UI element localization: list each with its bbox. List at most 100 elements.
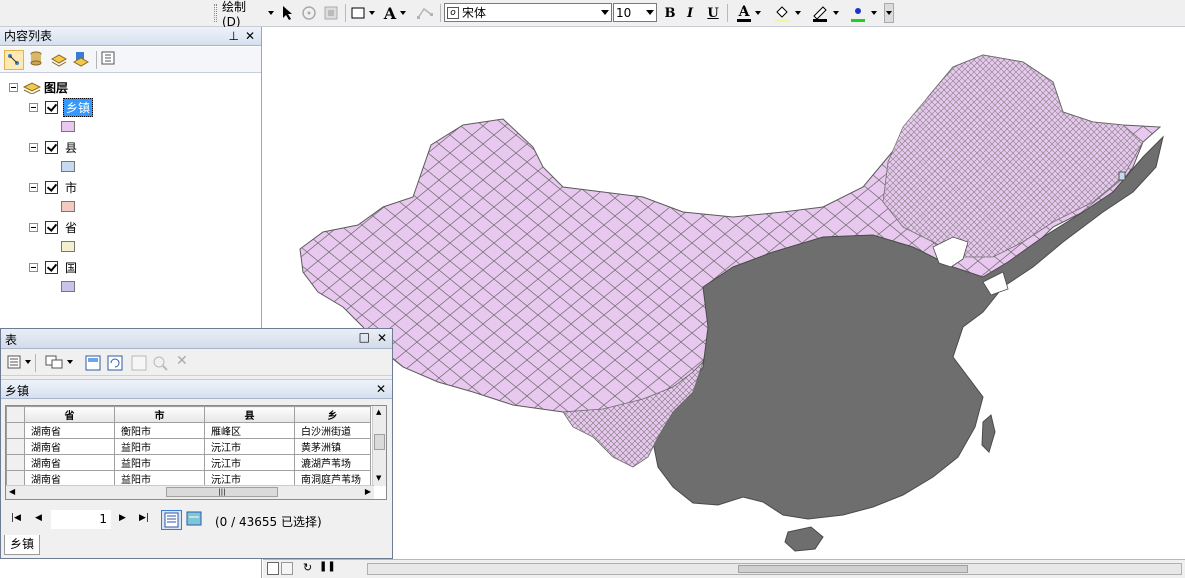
table-cell[interactable]: 沅江市 [204, 454, 295, 471]
font-size-select[interactable]: 10 [613, 3, 657, 22]
toc-options-button[interactable] [100, 50, 120, 70]
visibility-checkbox[interactable] [45, 180, 58, 194]
related-tables-button[interactable] [45, 355, 73, 369]
scroll-up-icon[interactable]: ▲ [376, 408, 381, 416]
table-tab-township[interactable]: 乡镇 [4, 535, 40, 555]
refresh-icon[interactable]: ↻ [303, 561, 312, 574]
bold-button[interactable]: B [661, 3, 679, 23]
italic-button[interactable]: I [681, 3, 699, 23]
list-by-visibility-button[interactable] [50, 50, 70, 70]
text-tool-button[interactable]: A [380, 3, 410, 23]
toolbar-grip[interactable] [214, 4, 217, 22]
rectangle-tool-button[interactable] [349, 3, 377, 23]
collapse-icon[interactable] [29, 222, 38, 232]
collapse-icon[interactable] [29, 262, 38, 272]
table-cell[interactable]: 漉湖芦苇场 [294, 454, 371, 471]
table-row[interactable]: 湖南省 益阳市 沅江市 黄茅洲镇 [6, 438, 371, 455]
horizontal-scrollbar[interactable] [367, 563, 1182, 575]
collapse-icon[interactable] [29, 102, 38, 112]
show-selected-records-button[interactable] [185, 510, 204, 530]
collapse-icon[interactable] [29, 182, 38, 192]
column-header[interactable]: 乡 [294, 406, 371, 423]
delete-selected-icon[interactable]: ✕ [176, 353, 188, 369]
close-icon[interactable]: ✕ [377, 331, 387, 345]
rotate-button[interactable] [299, 3, 319, 23]
collapse-icon[interactable] [29, 142, 38, 152]
china-transition-region[interactable] [882, 54, 1144, 258]
layer-symbol-swatch[interactable] [61, 201, 75, 212]
table-options-button[interactable] [7, 355, 31, 369]
pause-drawing-icon[interactable]: ❚❚ [319, 561, 336, 572]
layer-symbol-swatch[interactable] [61, 281, 75, 292]
map-view[interactable] [263, 27, 1185, 559]
data-view-button[interactable] [267, 562, 279, 575]
clear-selection-button[interactable] [131, 355, 147, 374]
first-record-icon[interactable]: |◀ [11, 513, 21, 523]
layer-row[interactable]: 县 [29, 138, 79, 156]
visibility-checkbox[interactable] [45, 100, 58, 114]
draw-menu-button[interactable]: 绘制(D) [222, 0, 274, 29]
maximize-icon[interactable]: □ [359, 330, 370, 344]
font-name-select[interactable]: o 宋体 [444, 3, 612, 22]
horizontal-scrollbar-thumb[interactable]: ||| [166, 487, 278, 497]
collapse-icon[interactable] [9, 82, 18, 92]
table-cell[interactable]: 湖南省 [24, 438, 115, 455]
zoom-to-selected-button[interactable] [152, 355, 168, 374]
font-color-button[interactable]: A [732, 3, 766, 23]
layer-label[interactable]: 国 [63, 259, 79, 276]
layer-row[interactable]: 市 [29, 178, 79, 196]
line-color-button[interactable] [808, 3, 842, 23]
table-cell[interactable]: 沅江市 [204, 438, 295, 455]
visibility-checkbox[interactable] [45, 140, 58, 154]
select-elements-button[interactable] [279, 3, 297, 23]
layer-symbol-swatch[interactable] [61, 121, 75, 132]
selected-polygon-northeast[interactable] [1118, 171, 1126, 181]
marker-color-button[interactable] [846, 3, 880, 23]
column-header[interactable]: 省 [24, 406, 115, 423]
vertical-scrollbar[interactable]: ▲ ▼ [372, 406, 386, 486]
row-selector[interactable] [6, 422, 25, 439]
table-cell[interactable]: 益阳市 [114, 454, 205, 471]
last-record-icon[interactable]: ▶| [139, 513, 149, 523]
row-selector[interactable] [6, 454, 25, 471]
layer-label[interactable]: 县 [63, 139, 79, 156]
table-horizontal-scrollbar[interactable]: ◀ ||| ▶ [6, 485, 374, 499]
close-icon[interactable]: ✕ [376, 382, 386, 396]
vertical-scrollbar-thumb[interactable] [374, 434, 385, 450]
table-cell[interactable]: 湖南省 [24, 454, 115, 471]
hainan-island[interactable] [784, 526, 824, 552]
layer-row[interactable]: 国 [29, 258, 79, 276]
table-cell[interactable]: 湖南省 [24, 422, 115, 439]
layer-label[interactable]: 市 [63, 179, 79, 196]
table-row[interactable]: 湖南省 衡阳市 雁峰区 白沙洲街道 [6, 422, 371, 439]
layer-label[interactable]: 乡镇 [63, 97, 94, 117]
list-by-selection-button[interactable] [72, 50, 92, 70]
row-selector[interactable] [6, 438, 25, 455]
layout-view-button[interactable] [281, 562, 293, 575]
zoom-to-selected-button[interactable] [321, 3, 341, 23]
table-cell[interactable]: 雁峰区 [204, 422, 295, 439]
list-by-source-button[interactable] [27, 50, 47, 70]
list-by-drawing-order-button[interactable] [4, 50, 24, 70]
next-record-icon[interactable]: ▶ [119, 513, 126, 523]
scroll-left-icon[interactable]: ◀ [9, 487, 15, 496]
layer-label[interactable]: 省 [63, 219, 79, 236]
attribute-grid[interactable]: 省市县乡 湖南省 衡阳市 雁峰区 白沙洲街道 湖南省 益阳市 沅江市 黄茅洲镇 湖南省 益阳市 沅江… [5, 405, 387, 500]
taiwan-island[interactable] [981, 414, 996, 453]
column-header[interactable]: 市 [114, 406, 205, 423]
close-icon[interactable]: ✕ [245, 27, 255, 46]
scroll-down-icon[interactable]: ▼ [376, 474, 381, 482]
row-header-corner[interactable] [6, 406, 25, 423]
china-township-map[interactable] [263, 27, 1185, 559]
table-cell[interactable]: 益阳市 [114, 438, 205, 455]
fill-color-button[interactable] [770, 3, 804, 23]
layers-root-row[interactable]: 图层 [9, 78, 68, 96]
switch-selection-button[interactable] [107, 355, 123, 374]
toolbar-overflow-button[interactable] [884, 3, 894, 23]
column-header[interactable]: 县 [204, 406, 295, 423]
edit-vertices-button[interactable] [414, 3, 436, 23]
layer-symbol-swatch[interactable] [61, 161, 75, 172]
select-by-attributes-button[interactable] [85, 355, 101, 374]
table-cell[interactable]: 黄茅洲镇 [294, 438, 371, 455]
scrollbar-thumb[interactable] [738, 565, 968, 573]
